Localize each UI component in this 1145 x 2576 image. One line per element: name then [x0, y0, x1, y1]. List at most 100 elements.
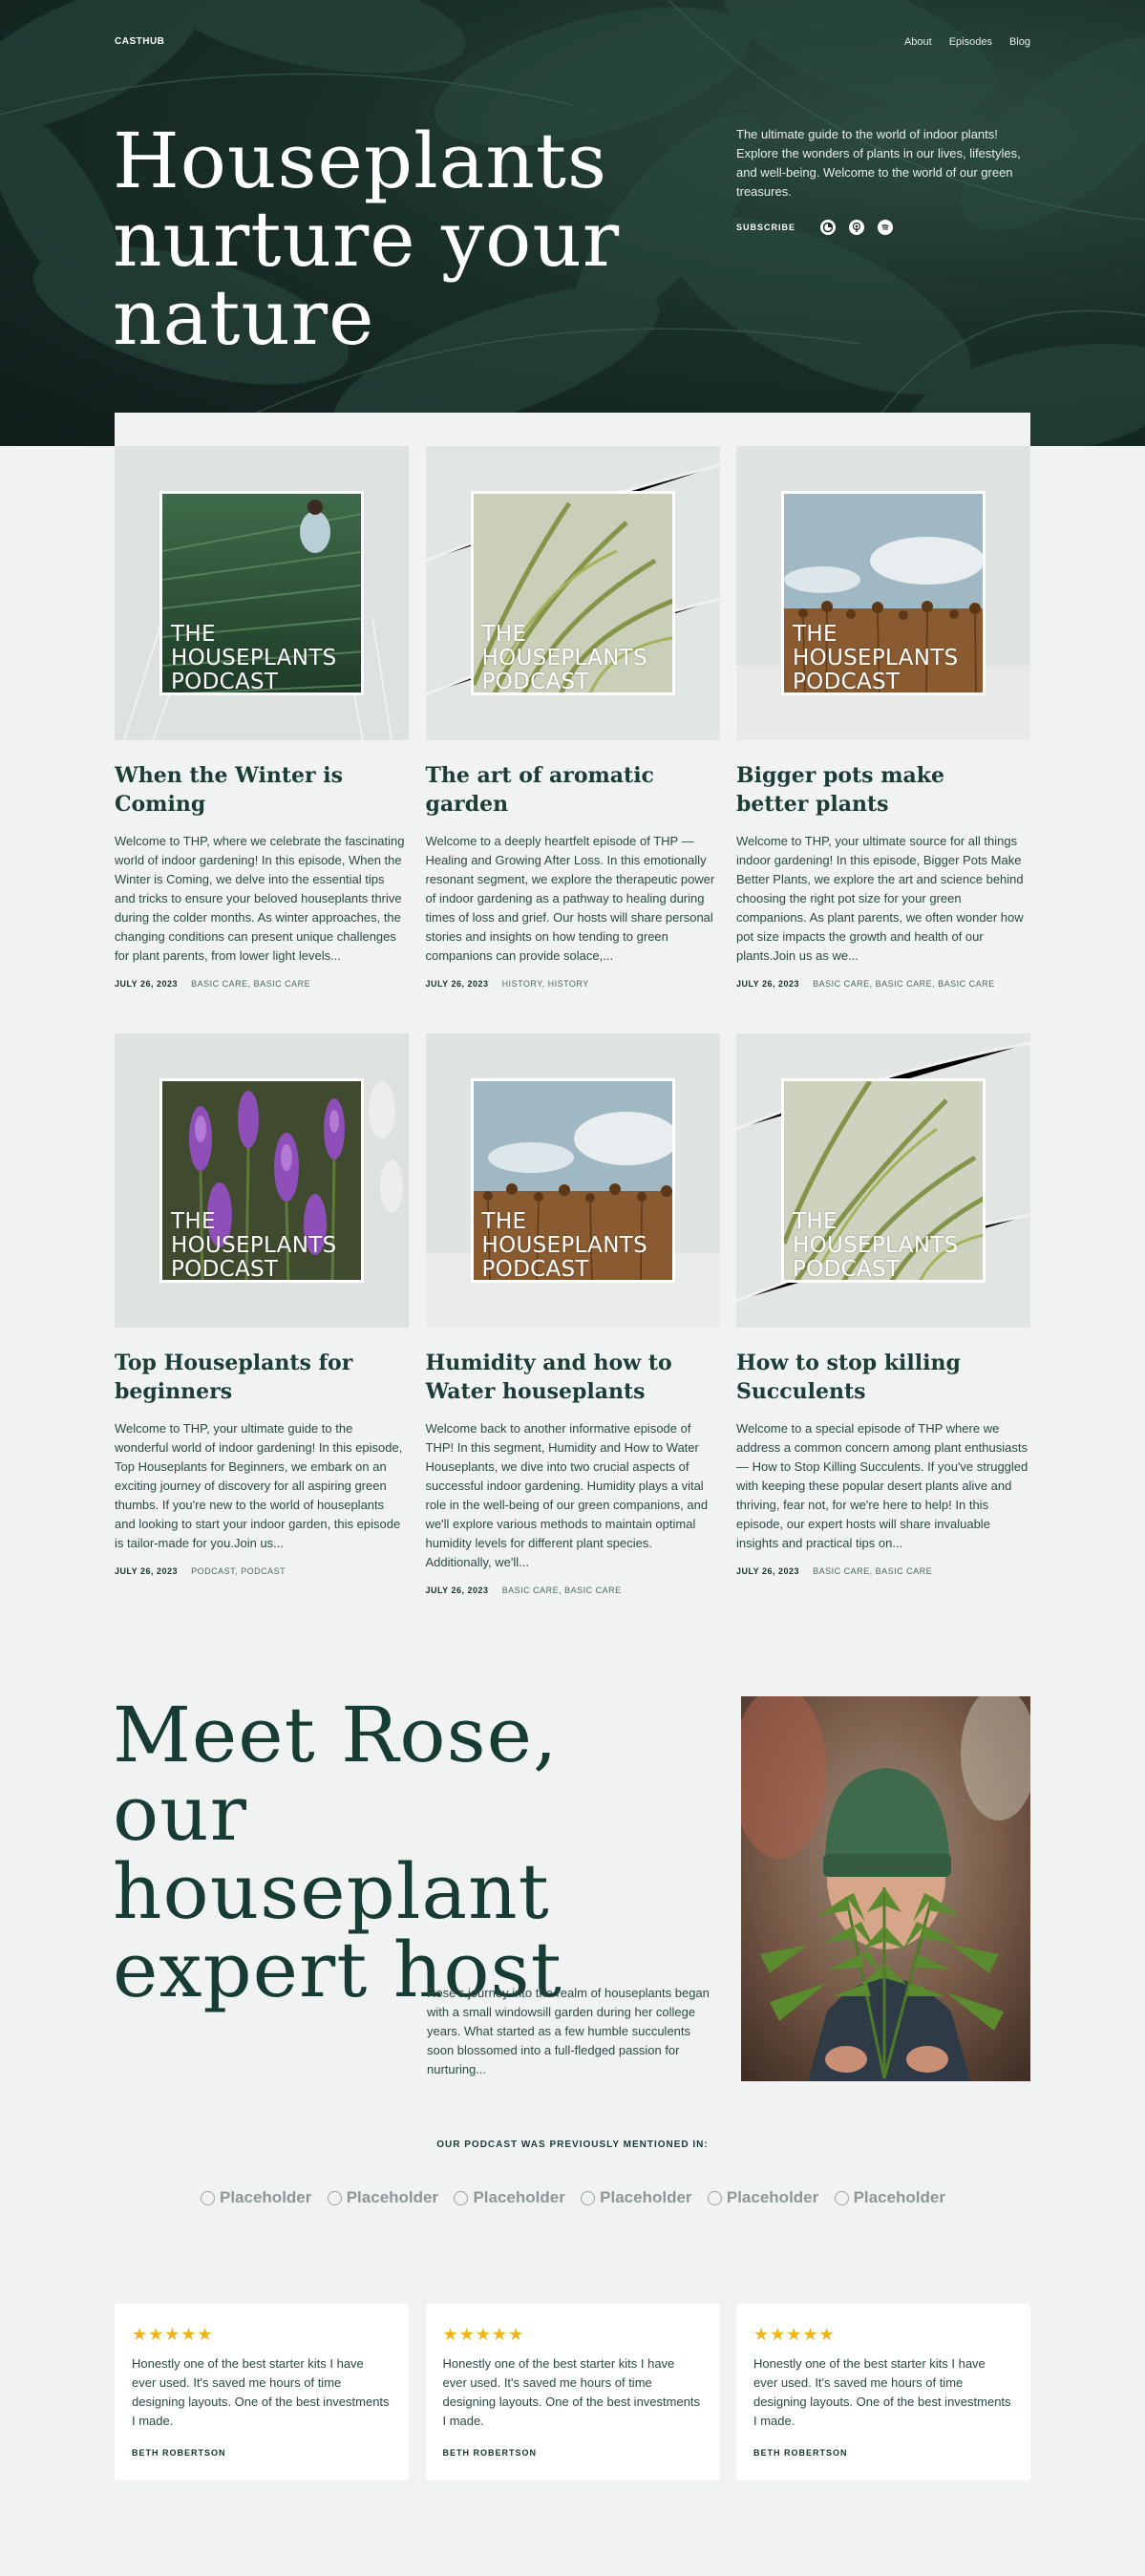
episode-tags[interactable]: HISTORY, HISTORY — [502, 979, 589, 989]
episode-excerpt: Welcome to a special episode of THP wher… — [736, 1421, 1028, 1550]
episode-card[interactable]: THE HOUSEPLANTS PODCAST How to stop kill… — [736, 1033, 1030, 1621]
placeholder-logo-icon — [707, 2190, 722, 2205]
nav-link-about[interactable]: About — [904, 36, 932, 48]
episode-date: JULY 26, 2023 — [115, 1566, 179, 1576]
review-card: ★★★★★ Honestly one of the best starter k… — [115, 2304, 409, 2480]
cover-title: THE HOUSEPLANTS PODCAST — [171, 1209, 337, 1282]
press-logo-label: Placeholder — [600, 2188, 692, 2206]
press-logo-label: Placeholder — [726, 2188, 819, 2206]
episode-excerpt: Welcome back to another informative epis… — [425, 1421, 709, 1569]
episode-meta: JULY 26, 2023 BASIC CARE, BASIC CARE — [426, 1586, 720, 1595]
episode-title[interactable]: Bigger pots make better plants — [736, 761, 1023, 819]
episode-title[interactable]: How to stop killing Succulents — [736, 1349, 1023, 1406]
mentions-logos: Placeholder Placeholder Placeholder Plac… — [201, 2188, 945, 2207]
episode-cover-art: THE HOUSEPLANTS PODCAST — [159, 491, 364, 695]
episode-card[interactable]: THE HOUSEPLANTS PODCAST Bigger pots make… — [736, 446, 1030, 1033]
episode-cover-art: THE HOUSEPLANTS PODCAST — [781, 491, 986, 695]
review-text: Honestly one of the best starter kits I … — [442, 2356, 701, 2428]
episode-card[interactable]: THE HOUSEPLANTS PODCAST Humidity and how… — [425, 1033, 720, 1621]
review-card: ★★★★★ Honestly one of the best starter k… — [736, 2304, 1030, 2480]
cover-title: THE HOUSEPLANTS PODCAST — [481, 622, 647, 694]
host-bio: Rose's journey into the realm of housepl… — [427, 1986, 710, 2076]
press-logo-label: Placeholder — [220, 2188, 312, 2206]
episode-meta: JULY 26, 2023 PODCAST, PODCAST — [115, 1566, 409, 1576]
star-rating: ★★★★★ — [132, 2325, 214, 2344]
episode-thumbnail[interactable]: THE HOUSEPLANTS PODCAST — [736, 1033, 1030, 1328]
episode-excerpt: Welcome to THP, where we celebrate the f… — [115, 834, 405, 963]
episode-tags[interactable]: BASIC CARE, BASIC CARE — [813, 1566, 932, 1576]
episode-card[interactable]: THE HOUSEPLANTS PODCAST When the Winter … — [115, 446, 409, 1033]
host-photo — [741, 1696, 1030, 2081]
main-nav: About Episodes Blog — [904, 36, 1030, 48]
episode-card[interactable]: THE HOUSEPLANTS PODCAST The art of aroma… — [425, 446, 720, 1033]
episode-tags[interactable]: BASIC CARE, BASIC CARE — [191, 979, 310, 989]
episode-cover-art: THE HOUSEPLANTS PODCAST — [781, 1078, 986, 1283]
episode-thumbnail[interactable]: THE HOUSEPLANTS PODCAST — [115, 1033, 409, 1328]
review-author: BETH ROBERTSON — [442, 2448, 538, 2458]
star-rating: ★★★★★ — [753, 2325, 836, 2344]
episode-tags[interactable]: BASIC CARE, BASIC CARE, BASIC CARE — [813, 979, 995, 989]
episodes-grid: THE HOUSEPLANTS PODCAST When the Winter … — [115, 446, 1030, 1621]
cover-title: THE HOUSEPLANTS PODCAST — [793, 622, 959, 694]
press-logo-label: Placeholder — [346, 2188, 439, 2206]
episode-meta: JULY 26, 2023 BASIC CARE, BASIC CARE — [736, 1566, 1030, 1576]
placeholder-logo-icon — [581, 2190, 596, 2205]
mentions-heading: OUR PODCAST WAS PREVIOUSLY MENTIONED IN: — [436, 2140, 709, 2150]
episode-title[interactable]: Humidity and how to Water houseplants — [426, 1349, 712, 1406]
episode-meta: JULY 26, 2023 HISTORY, HISTORY — [426, 979, 720, 989]
subscribe-bar: SUBSCRIBE — [736, 220, 894, 235]
episode-excerpt: Welcome to THP, your ultimate guide to t… — [115, 1421, 403, 1550]
brand-logo[interactable]: CASTHUB — [115, 36, 164, 47]
placeholder-logo-icon — [327, 2190, 342, 2205]
press-logo: Placeholder — [454, 2188, 565, 2207]
episode-thumbnail[interactable]: THE HOUSEPLANTS PODCAST — [425, 1033, 720, 1328]
episode-card[interactable]: THE HOUSEPLANTS PODCAST Top Houseplants … — [115, 1033, 409, 1621]
press-logo-label: Placeholder — [473, 2188, 565, 2206]
review-author: BETH ROBERTSON — [132, 2448, 226, 2458]
hero-bottom-strip — [115, 413, 1030, 446]
podcast-app-icon[interactable] — [820, 220, 837, 235]
review-card: ★★★★★ Honestly one of the best starter k… — [425, 2304, 720, 2480]
hero-description: The ultimate guide to the world of indoo… — [736, 127, 1021, 199]
reviews-section: ★★★★★ Honestly one of the best starter k… — [115, 2304, 1030, 2480]
episode-date: JULY 26, 2023 — [425, 1586, 489, 1595]
episode-cover-art: THE HOUSEPLANTS PODCAST — [470, 491, 675, 695]
press-logo-label: Placeholder — [853, 2188, 945, 2206]
press-logo: Placeholder — [201, 2188, 311, 2207]
press-logo: Placeholder — [327, 2188, 439, 2207]
episode-tags[interactable]: BASIC CARE, BASIC CARE — [502, 1586, 622, 1595]
subscribe-label: SUBSCRIBE — [736, 223, 796, 232]
episode-thumbnail[interactable]: THE HOUSEPLANTS PODCAST — [425, 446, 720, 740]
press-logo: Placeholder — [834, 2188, 945, 2207]
episode-title[interactable]: The art of aromatic garden — [426, 761, 712, 819]
host-section-title: Meet Rose, our houseplant expert host — [113, 1691, 562, 2014]
press-logo: Placeholder — [581, 2188, 692, 2207]
episode-meta: JULY 26, 2023 BASIC CARE, BASIC CARE, BA… — [736, 979, 1030, 989]
episode-date: JULY 26, 2023 — [115, 979, 179, 989]
episode-cover-art: THE HOUSEPLANTS PODCAST — [470, 1078, 675, 1283]
cover-title: THE HOUSEPLANTS PODCAST — [481, 1209, 647, 1282]
episode-thumbnail[interactable]: THE HOUSEPLANTS PODCAST — [736, 446, 1030, 740]
hero-section: CASTHUB About Episodes Blog Houseplants … — [0, 0, 1145, 446]
podcast-mic-icon[interactable] — [849, 220, 865, 235]
episode-meta: JULY 26, 2023 BASIC CARE, BASIC CARE — [115, 979, 409, 989]
nav-link-episodes[interactable]: Episodes — [949, 36, 992, 48]
episode-title[interactable]: Top Houseplants for beginners — [115, 1349, 401, 1406]
star-rating: ★★★★★ — [442, 2325, 525, 2344]
episode-excerpt: Welcome to THP, your ultimate source for… — [736, 834, 1024, 963]
episode-date: JULY 26, 2023 — [736, 979, 800, 989]
review-author: BETH ROBERTSON — [753, 2448, 848, 2458]
spotify-icon[interactable] — [878, 220, 894, 235]
cover-title: THE HOUSEPLANTS PODCAST — [171, 622, 337, 694]
hero-title: Houseplants nurture your nature — [113, 117, 621, 362]
episode-date: JULY 26, 2023 — [736, 1566, 800, 1576]
review-text: Honestly one of the best starter kits I … — [132, 2356, 390, 2428]
placeholder-logo-icon — [201, 2190, 215, 2205]
nav-link-blog[interactable]: Blog — [1009, 36, 1030, 48]
episode-title[interactable]: When the Winter is Coming — [115, 761, 401, 819]
episode-tags[interactable]: PODCAST, PODCAST — [191, 1566, 286, 1576]
episode-excerpt: Welcome to a deeply heartfelt episode of… — [425, 834, 715, 963]
review-text: Honestly one of the best starter kits I … — [753, 2356, 1011, 2428]
episode-thumbnail[interactable]: THE HOUSEPLANTS PODCAST — [115, 446, 409, 740]
episode-date: JULY 26, 2023 — [425, 979, 489, 989]
